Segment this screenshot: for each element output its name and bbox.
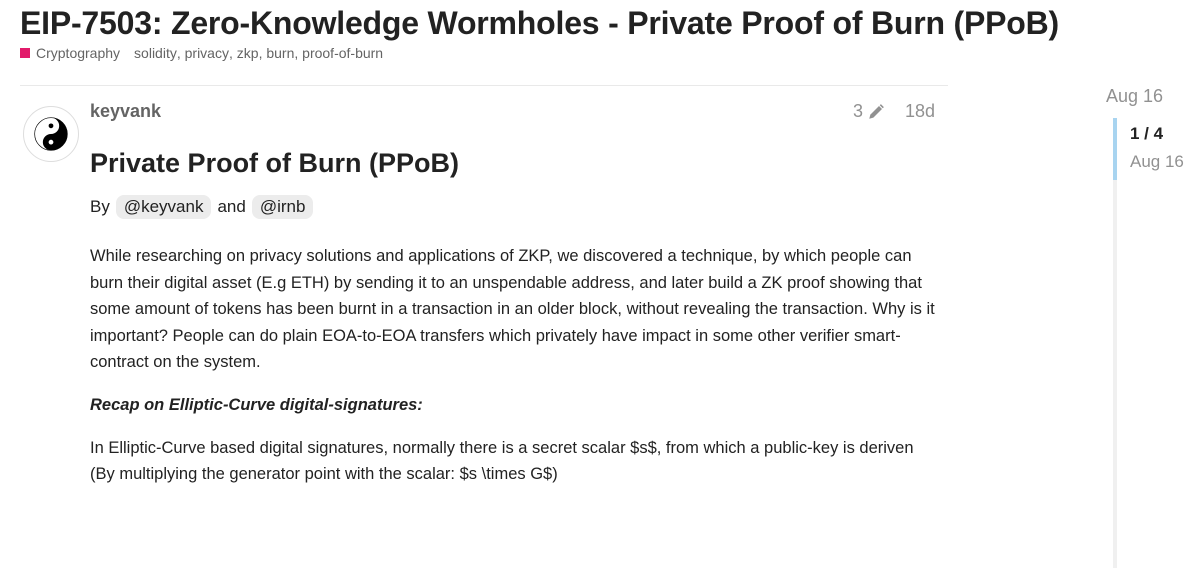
byline-and: and — [217, 197, 246, 216]
mention-keyvank[interactable]: @keyvank — [115, 195, 212, 219]
timeline-scrollbar-track[interactable] — [1113, 118, 1117, 568]
topic-meta: Cryptography solidity, privacy, zkp, bur… — [20, 45, 383, 61]
tag-link[interactable]: privacy — [185, 45, 229, 61]
tag-separator: , — [258, 45, 267, 61]
tag-separator: , — [228, 45, 237, 61]
edit-count: 3 — [852, 101, 863, 121]
byline: By @keyvank and @irnb — [90, 195, 940, 219]
timeline-start-date[interactable]: Aug 16 — [1106, 86, 1163, 107]
avatar[interactable] — [23, 106, 79, 162]
timeline-current-date: Aug 16 — [1130, 152, 1184, 171]
tag-link[interactable]: zkp — [237, 45, 259, 61]
tag-separator: , — [176, 45, 185, 61]
post-meta: 3 18d — [853, 101, 935, 122]
recap-heading: Recap on Elliptic-Curve digital-signatur… — [90, 395, 423, 414]
header-divider — [20, 85, 948, 86]
timeline-position: 1 / 4 — [1130, 124, 1164, 143]
pencil-icon — [869, 103, 884, 119]
category-color-swatch — [20, 48, 30, 58]
topic-title[interactable]: EIP-7503: Zero-Knowledge Wormholes - Pri… — [20, 5, 1059, 42]
edit-history-button[interactable]: 3 — [853, 101, 885, 122]
mention-irnb[interactable]: @irnb — [251, 195, 314, 219]
post-body: Private Proof of Burn (PPoB) By @keyvank… — [90, 148, 940, 488]
tag-link[interactable]: burn — [266, 45, 294, 61]
tag-separator: , — [294, 45, 303, 61]
tag-link[interactable]: proof-of-burn — [302, 45, 383, 61]
timeline-scroll-handle[interactable] — [1113, 118, 1117, 180]
tag-link[interactable]: solidity — [134, 45, 177, 61]
byline-prefix: By — [90, 197, 110, 216]
post-age[interactable]: 18d — [905, 101, 935, 122]
post-paragraph: While researching on privacy solutions a… — [90, 247, 935, 371]
post-author[interactable]: keyvank — [90, 101, 161, 122]
category-link[interactable]: Cryptography — [36, 45, 120, 61]
yin-yang-icon — [34, 117, 68, 151]
post-paragraph: In Elliptic-Curve based digital signatur… — [90, 438, 914, 484]
post-heading: Private Proof of Burn (PPoB) — [90, 148, 460, 178]
